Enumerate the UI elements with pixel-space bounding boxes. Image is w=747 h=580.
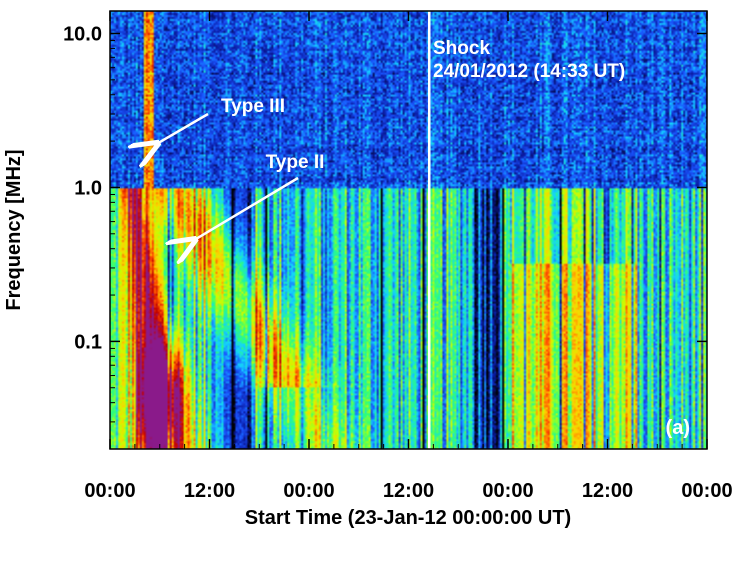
shock-label-time: 24/01/2012 (14:33 UT) — [433, 61, 625, 82]
y-axis-title: Frequency [MHz] — [3, 149, 25, 310]
x-tick-label: 12:00 — [383, 480, 434, 502]
x-tick-label: 00:00 — [681, 480, 732, 502]
shock-label-title: Shock — [433, 38, 490, 59]
x-tick-label: 12:00 — [582, 480, 633, 502]
x-tick-label: 00:00 — [283, 480, 334, 502]
spectrogram-chart: 00:00 12:00 00:00 12:00 00:00 12:00 00:00 10.0… — [3, 10, 733, 529]
y-tick-label: 10.0 — [63, 23, 102, 45]
type-iii-label: Type III — [221, 96, 285, 117]
y-tick-label: 0.1 — [74, 331, 102, 353]
x-tick-label: 00:00 — [84, 480, 135, 502]
x-axis-title: Start Time (23-Jan-12 00:00:00 UT) — [245, 507, 571, 529]
type-ii-label: Type II — [266, 152, 325, 173]
x-tick-label: 12:00 — [184, 480, 235, 502]
y-tick-label: 1.0 — [74, 177, 102, 199]
panel-label: (a) — [666, 417, 690, 439]
x-tick-label: 00:00 — [482, 480, 533, 502]
